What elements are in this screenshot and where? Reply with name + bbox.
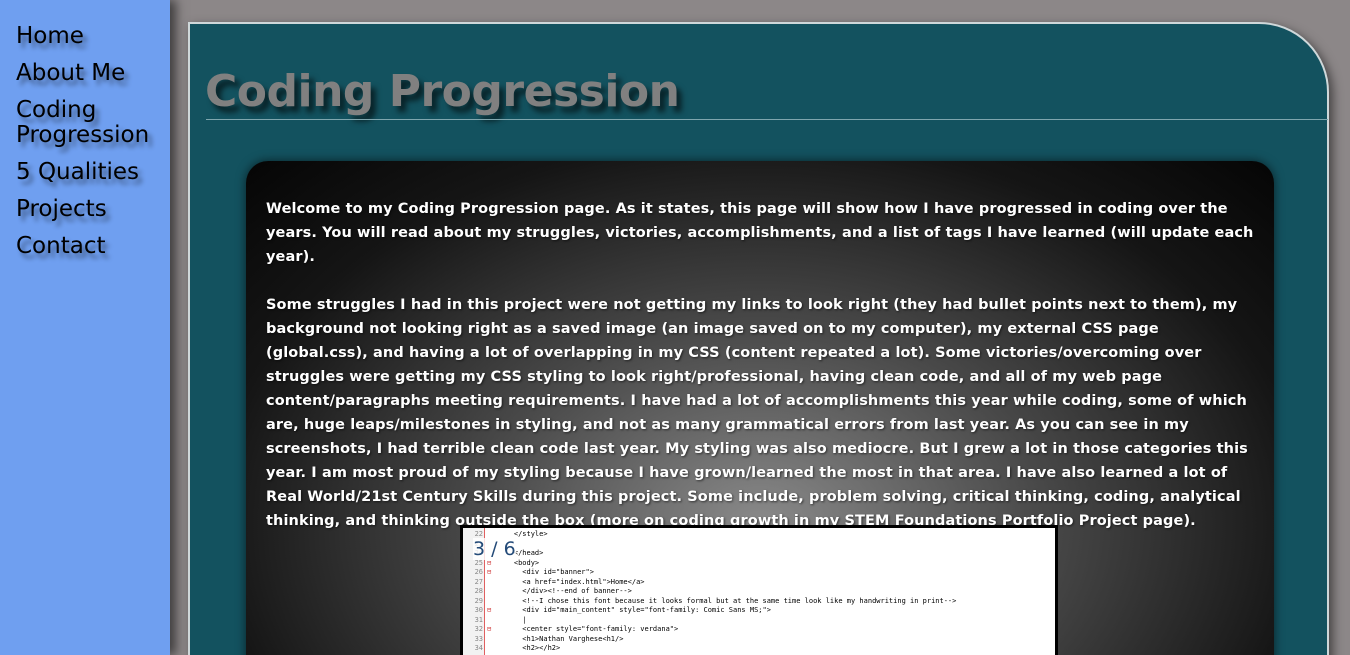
line-number: 27 — [474, 577, 483, 586]
slide-counter: 3 / 6 — [473, 538, 516, 560]
code-line: 34 <h2></h2> — [463, 644, 1055, 653]
code-line: 28 </div><!--end of banner--> — [463, 587, 1055, 596]
nav-coding-progression[interactable]: Coding Progression — [16, 98, 156, 148]
nav-home[interactable]: Home — [16, 24, 170, 49]
line-number: 29 — [474, 596, 483, 605]
nav-projects[interactable]: Projects — [16, 197, 170, 222]
nav-contact[interactable]: Contact — [16, 234, 170, 259]
main-content: Coding Progression Welcome to my Coding … — [188, 22, 1329, 655]
line-number: 30 — [474, 606, 483, 614]
line-number: 22 — [474, 530, 483, 538]
title-divider — [206, 119, 1328, 120]
code-line: 29 <!--I chose this font because it look… — [463, 597, 1055, 606]
code-line: 24 </head> — [463, 549, 1055, 558]
fold-marker-icon: ⊟ — [487, 568, 492, 576]
code-text: <div id="banner"> — [497, 568, 594, 576]
fold-marker-icon: ⊟ — [487, 606, 492, 614]
body-paragraph: Some struggles I had in this project wer… — [266, 297, 1248, 529]
code-line: 26 ⊟ <div id="banner"> — [463, 568, 1055, 577]
intro-paragraph: Welcome to my Coding Progression page. A… — [266, 201, 1254, 265]
nav-5-qualities[interactable]: 5 Qualities — [16, 160, 170, 185]
content-box: Welcome to my Coding Progression page. A… — [246, 161, 1274, 655]
code-line: 33 <h1>Nathan Varghese<h1/> — [463, 635, 1055, 644]
nav-about-me[interactable]: About Me — [16, 61, 170, 86]
code-line: 32 ⊟ <center style="font-family: verdana"… — [463, 625, 1055, 634]
page-title: Coding Progression — [205, 66, 680, 117]
code-line: 23 — [463, 540, 1055, 549]
code-text: <h1>Nathan Varghese<h1/> — [497, 634, 624, 643]
code-line: 30 ⊟ <div id="main_content" style="font-f… — [463, 606, 1055, 615]
fold-marker-icon: ⊟ — [487, 625, 492, 633]
code-text: <!--I chose this font because it looks f… — [497, 596, 957, 605]
code-text: | — [497, 615, 527, 624]
code-screenshot-slideshow[interactable]: 22 </style>2324 </head>25⊟ <body>26⊟ <di… — [460, 525, 1058, 655]
code-text: <a href="index.html">Home</a> — [497, 577, 645, 586]
code-line: 25 ⊟ <body> — [463, 559, 1055, 568]
code-line: 31 | — [463, 616, 1055, 625]
line-number: 31 — [474, 615, 483, 624]
code-text: </div><!--end of banner--> — [497, 587, 632, 595]
code-text: </style> — [497, 530, 548, 538]
code-line: 22 </style> — [463, 530, 1055, 539]
line-number: 28 — [474, 587, 483, 595]
line-number: 26 — [474, 568, 483, 576]
line-number: 32 — [474, 625, 483, 633]
line-number: 33 — [474, 634, 483, 643]
code-line: 27 <a href="index.html">Home</a> — [463, 578, 1055, 587]
code-text: <div id="main_content" style="font-famil… — [497, 606, 771, 614]
sidebar-nav: Home About Me Coding Progression 5 Quali… — [0, 0, 170, 655]
code-text: <center style="font-family: verdana"> — [497, 625, 679, 633]
line-number: 34 — [474, 644, 483, 652]
code-text: <h2></h2> — [497, 644, 561, 652]
